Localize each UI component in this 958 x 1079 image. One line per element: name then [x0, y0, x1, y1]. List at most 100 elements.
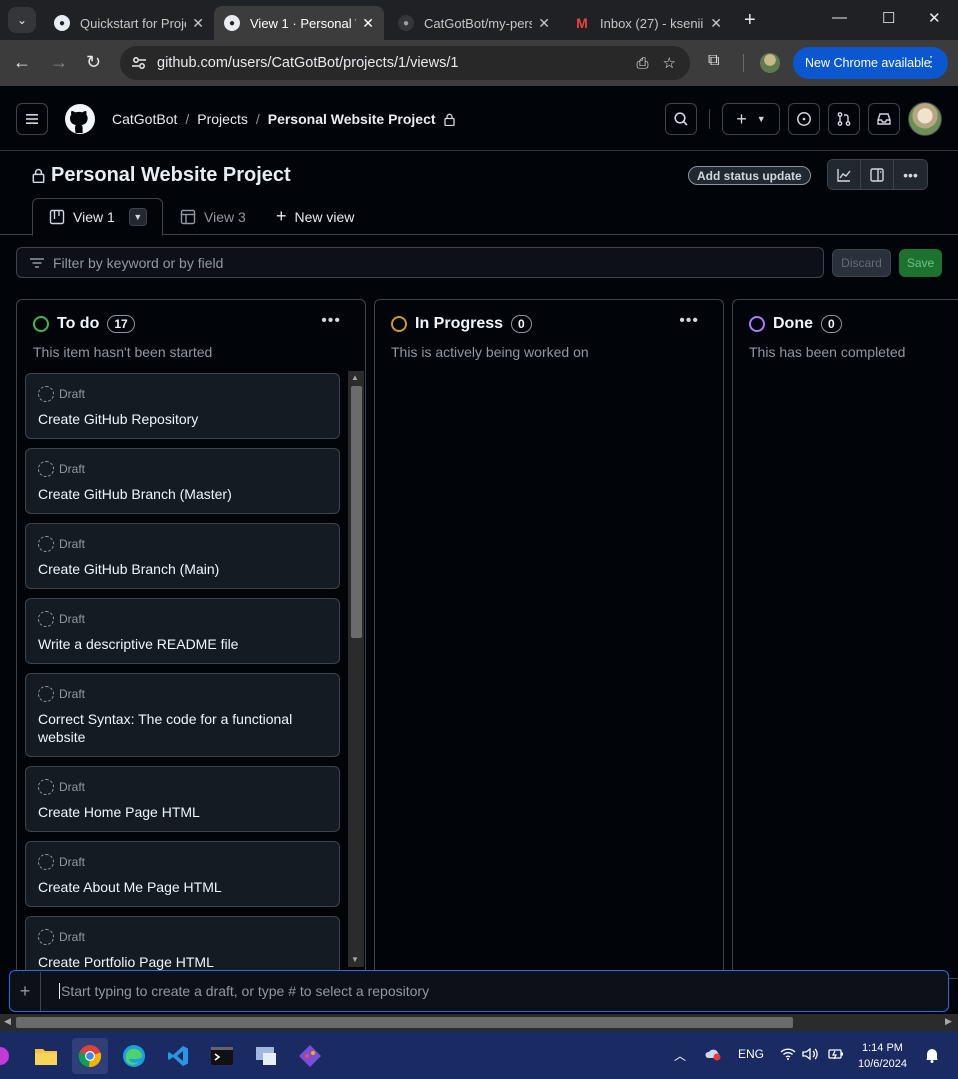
- app-icon[interactable]: [0, 1038, 18, 1074]
- close-icon[interactable]: ✕: [362, 15, 374, 32]
- issues-button[interactable]: [788, 103, 820, 135]
- add-status-update-button[interactable]: Add status update: [688, 166, 811, 185]
- site-settings-icon[interactable]: [129, 53, 149, 73]
- column-scroll-thumb[interactable]: [351, 386, 362, 638]
- wifi-icon[interactable]: [780, 1047, 796, 1064]
- user-avatar[interactable]: [908, 102, 942, 136]
- draft-card[interactable]: Draft Create About Me Page HTML: [25, 841, 340, 907]
- new-tab-icon[interactable]: +: [744, 9, 756, 32]
- plus-icon: +: [736, 108, 747, 129]
- breadcrumb-owner[interactable]: CatGotBot: [112, 111, 177, 127]
- scroll-left-icon[interactable]: ◀: [4, 1016, 11, 1027]
- side-panel-button[interactable]: [861, 160, 894, 189]
- browser-tab[interactable]: ● CatGotBot/my-pers ✕: [388, 6, 560, 40]
- column-menu-button[interactable]: •••: [321, 312, 341, 330]
- column-in-progress: In Progress 0 ••• This is actively being…: [374, 299, 724, 979]
- remote-desktop-icon[interactable]: [248, 1038, 284, 1074]
- tab-view-3[interactable]: View 3: [180, 198, 246, 235]
- draft-card[interactable]: Draft Create Home Page HTML: [25, 766, 340, 832]
- draft-input[interactable]: Start typing to create a draft, or type …: [59, 983, 429, 999]
- page-title: Personal Website Project: [32, 164, 291, 187]
- card-title[interactable]: Create GitHub Branch (Master): [38, 485, 327, 503]
- scroll-up-icon[interactable]: ▲: [351, 373, 359, 382]
- pull-requests-button[interactable]: [828, 103, 860, 135]
- card-title[interactable]: Create GitHub Branch (Main): [38, 560, 327, 578]
- draft-card[interactable]: Draft Create GitHub Branch (Main): [25, 523, 340, 589]
- close-icon[interactable]: ✕: [192, 15, 204, 32]
- more-options-button[interactable]: •••: [894, 160, 927, 189]
- card-title[interactable]: Create GitHub Repository: [38, 410, 327, 428]
- new-view-button[interactable]: + New view: [276, 198, 354, 235]
- maximize-icon[interactable]: ☐: [882, 9, 895, 27]
- tab-view-1[interactable]: View 1 ▼: [32, 198, 163, 236]
- onedrive-icon[interactable]: [704, 1047, 722, 1064]
- plus-icon: +: [276, 206, 287, 226]
- insights-button[interactable]: [828, 160, 861, 189]
- language-indicator[interactable]: ENG: [738, 1047, 764, 1061]
- taskbar-clock[interactable]: 1:14 PM 10/6/2024: [858, 1040, 907, 1072]
- forward-icon[interactable]: →: [50, 52, 68, 73]
- column-menu-button[interactable]: •••: [679, 312, 699, 330]
- inbox-button[interactable]: [868, 103, 900, 135]
- discard-button[interactable]: Discard: [832, 249, 891, 277]
- chrome-icon[interactable]: [72, 1038, 108, 1074]
- address-bar[interactable]: github.com/users/CatGotBot/projects/1/vi…: [120, 46, 690, 80]
- breadcrumb-project[interactable]: Personal Website Project: [268, 111, 436, 127]
- issue-icon: [797, 112, 811, 126]
- terminal-icon[interactable]: [204, 1038, 240, 1074]
- file-explorer-icon[interactable]: [28, 1038, 64, 1074]
- status-circle-icon: [749, 316, 765, 332]
- chrome-update-button[interactable]: New Chrome available ⋮: [793, 47, 948, 79]
- scroll-down-icon[interactable]: ▼: [351, 955, 359, 964]
- draft-card[interactable]: Draft Write a descriptive README file: [25, 598, 340, 664]
- draft-card[interactable]: Draft Create GitHub Repository: [25, 373, 340, 439]
- create-new-button[interactable]: + ▼: [722, 103, 780, 135]
- reload-icon[interactable]: ↻: [86, 52, 101, 73]
- vscode-icon[interactable]: [160, 1038, 196, 1074]
- card-meta: Draft: [59, 780, 86, 794]
- notification-bell-icon[interactable]: [925, 1047, 939, 1066]
- draft-card[interactable]: Draft Correct Syntax: The code for a fun…: [25, 673, 340, 757]
- column-name: In Progress: [415, 315, 504, 332]
- browser-tab[interactable]: M Inbox (27) - kseniia ✕: [564, 6, 732, 40]
- menu-button[interactable]: [16, 103, 48, 135]
- back-icon[interactable]: ←: [13, 52, 31, 73]
- minimize-icon[interactable]: —: [832, 9, 847, 26]
- draft-icon: [38, 386, 54, 402]
- github-logo-icon[interactable]: [64, 103, 96, 135]
- card-title[interactable]: Create About Me Page HTML: [38, 878, 327, 896]
- card-title[interactable]: Correct Syntax: The code for a functiona…: [38, 710, 327, 746]
- breadcrumb-projects[interactable]: Projects: [197, 111, 248, 127]
- more-vert-icon[interactable]: ⋮: [924, 53, 938, 70]
- close-icon[interactable]: ✕: [538, 15, 550, 32]
- add-item-button[interactable]: +: [10, 971, 41, 1011]
- git-tool-icon[interactable]: [292, 1038, 328, 1074]
- add-item-bar: + Start typing to create a draft, or typ…: [9, 970, 949, 1012]
- tab-search-button[interactable]: ⌄: [8, 7, 36, 33]
- extensions-icon[interactable]: ⧉: [708, 52, 719, 70]
- browser-tab[interactable]: ● Quickstart for Proje ✕: [44, 6, 214, 40]
- card-title[interactable]: Create Home Page HTML: [38, 803, 327, 821]
- view-options-button[interactable]: ▼: [128, 208, 147, 226]
- save-button[interactable]: Save: [899, 249, 942, 277]
- card-title[interactable]: Write a descriptive README file: [38, 635, 327, 653]
- bookmark-star-icon[interactable]: ☆: [663, 54, 676, 72]
- battery-icon[interactable]: [828, 1047, 844, 1064]
- chevron-up-icon[interactable]: ︿: [674, 1047, 686, 1064]
- edge-icon[interactable]: [116, 1038, 152, 1074]
- browser-tab-active[interactable]: ● View 1 · Personal W ✕: [214, 6, 384, 40]
- profile-avatar[interactable]: [760, 53, 780, 73]
- search-button[interactable]: [665, 103, 697, 135]
- card-title[interactable]: Create Portfolio Page HTML: [38, 953, 327, 971]
- inbox-icon: [877, 113, 891, 125]
- window-close-icon[interactable]: ✕: [928, 9, 941, 27]
- column-description: This item hasn't been started: [33, 344, 213, 360]
- install-app-icon[interactable]: ⎙: [637, 55, 649, 72]
- volume-icon[interactable]: [802, 1047, 818, 1064]
- scroll-right-icon[interactable]: ▶: [945, 1016, 952, 1027]
- card-meta: Draft: [59, 462, 86, 476]
- filter-input[interactable]: Filter by keyword or by field: [16, 247, 824, 278]
- draft-card[interactable]: Draft Create GitHub Branch (Master): [25, 448, 340, 514]
- close-icon[interactable]: ✕: [710, 15, 722, 32]
- horizontal-scroll-thumb[interactable]: [16, 1017, 793, 1028]
